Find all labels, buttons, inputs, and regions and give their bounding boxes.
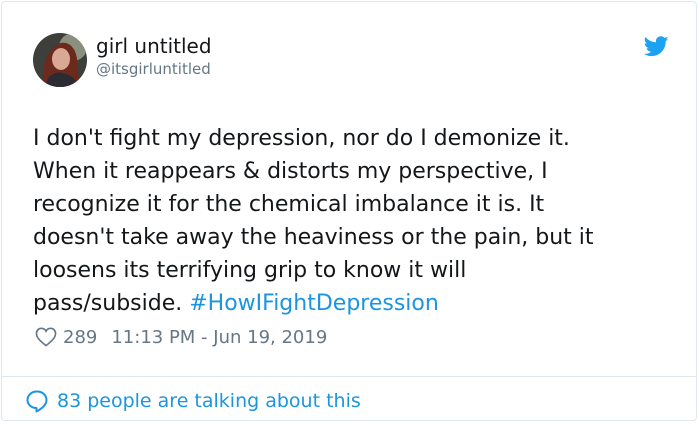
tweet-line-last: pass/subside. #HowIFightDepression: [33, 287, 673, 320]
display-name[interactable]: girl untitled: [96, 34, 212, 58]
user-handle[interactable]: @itsgirluntitled: [96, 60, 211, 78]
divider: [2, 376, 696, 377]
avatar-photo: [33, 33, 87, 87]
tweet-card: girl untitled @itsgirluntitled I don't f…: [1, 1, 697, 421]
tweet-line: loosens its terrifying grip to know it w…: [33, 258, 467, 283]
tweet-line-text: pass/subside.: [33, 291, 190, 316]
twitter-bird-icon[interactable]: [644, 36, 669, 57]
avatar[interactable]: [33, 33, 87, 87]
talking-label: 83 people are talking about this: [57, 390, 361, 412]
tweet-line: recognize it for the chemical imbalance …: [33, 192, 545, 217]
tweet-line: doesn't take away the heaviness or the p…: [33, 225, 594, 250]
heart-icon[interactable]: [35, 327, 57, 347]
hashtag-link[interactable]: #HowIFightDepression: [189, 291, 439, 316]
tweet-meta: 289 11:13 PM - Jun 19, 2019: [35, 325, 327, 349]
tweet-line: When it reappears & distorts my perspect…: [33, 159, 548, 184]
like-count[interactable]: 289: [63, 327, 97, 348]
tweet-line: I don't fight my depression, nor do I de…: [33, 126, 570, 151]
speech-bubble-icon: [26, 390, 48, 413]
timestamp-link[interactable]: 11:13 PM - Jun 19, 2019: [111, 327, 327, 348]
talking-link[interactable]: 83 people are talking about this: [25, 388, 361, 414]
tweet-text: I don't fight my depression, nor do I de…: [33, 122, 673, 320]
